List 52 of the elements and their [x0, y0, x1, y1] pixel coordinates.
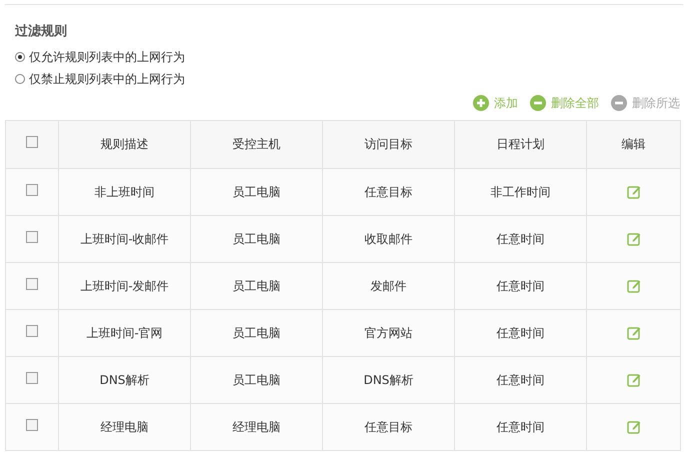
table-cell: DNS解析 [100, 372, 150, 386]
edit-icon[interactable] [626, 279, 640, 294]
table-cell: 任意时间 [496, 232, 544, 246]
radio-label: 仅禁止规则列表中的上网行为 [29, 70, 185, 88]
table-cell: 非上班时间 [94, 184, 154, 198]
edit-icon[interactable] [626, 326, 640, 340]
plus-icon [473, 94, 489, 110]
checkbox[interactable] [26, 230, 38, 242]
table-cell: 员工电脑 [232, 184, 280, 198]
table-cell: 发邮件 [370, 278, 406, 292]
checkbox[interactable] [26, 324, 38, 336]
table-cell: 任意时间 [496, 420, 544, 434]
table-cell: 员工电脑 [232, 278, 280, 292]
table-cell: 经理电脑 [100, 420, 148, 434]
table-cell: 经理电脑 [232, 420, 280, 434]
column-header: 编辑 [622, 137, 646, 151]
table-cell: 任意时间 [496, 278, 544, 292]
table-cell: 任意时间 [496, 372, 544, 386]
edit-icon[interactable] [626, 420, 640, 434]
table-cell: 员工电脑 [232, 232, 280, 246]
minus-icon [530, 94, 546, 110]
edit-icon[interactable] [626, 232, 640, 246]
minus-icon [611, 94, 627, 110]
table-cell: 任意目标 [364, 420, 412, 434]
checkbox[interactable] [26, 372, 38, 384]
radio-button[interactable] [15, 74, 25, 84]
checkbox[interactable] [26, 184, 38, 196]
table-cell: 任意目标 [364, 184, 412, 198]
table-cell: 上班时间-官网 [86, 326, 163, 340]
radio-button[interactable] [15, 52, 25, 62]
checkbox[interactable] [26, 136, 38, 148]
table-cell: 员工电脑 [232, 372, 280, 386]
delete-button[interactable]: 删除全部 [530, 94, 599, 112]
table-cell: 员工电脑 [232, 326, 280, 340]
add-button[interactable]: 添加 [473, 94, 518, 112]
section-title: 过滤规则 [15, 23, 68, 41]
checkbox[interactable] [26, 418, 38, 430]
column-header: 访问目标 [364, 137, 412, 151]
table-cell: 非工作时间 [490, 184, 550, 198]
column-header: 规则描述 [100, 137, 148, 151]
edit-icon[interactable] [626, 373, 640, 388]
table-cell: 官方网站 [364, 326, 412, 340]
edit-icon[interactable] [626, 185, 640, 200]
table-cell: 任意时间 [496, 326, 544, 340]
column-header: 日程计划 [496, 137, 544, 151]
checkbox[interactable] [26, 278, 38, 290]
column-header: 受控主机 [232, 137, 280, 151]
table-cell: 上班时间-发邮件 [80, 278, 169, 292]
table-cell: 上班时间-收邮件 [80, 232, 169, 246]
table-cell: 收取邮件 [364, 232, 412, 246]
radio-label: 仅允许规则列表中的上网行为 [29, 48, 185, 66]
table-cell: DNS解析 [364, 372, 414, 386]
